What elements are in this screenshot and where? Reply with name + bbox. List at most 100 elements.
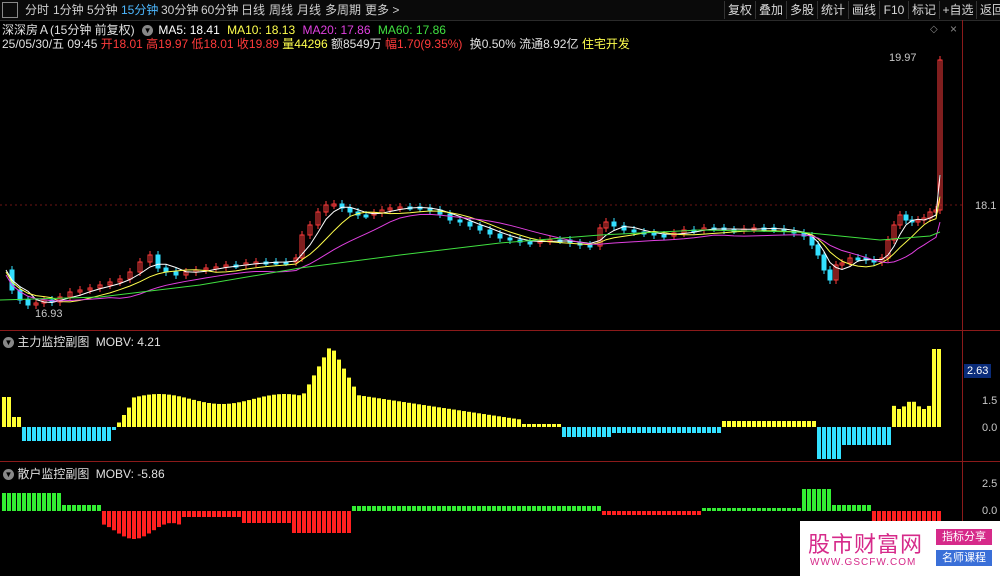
mobv-bar xyxy=(162,394,166,427)
retail-bar xyxy=(602,511,606,515)
retail-bar xyxy=(797,508,801,511)
mobv-bar xyxy=(327,348,331,427)
mobv-bar xyxy=(907,401,911,427)
candle-body xyxy=(477,225,483,231)
retail-bar xyxy=(792,508,796,511)
retail-bar xyxy=(267,511,271,523)
retail-bar xyxy=(127,511,131,539)
retail-bar xyxy=(252,511,256,523)
candle-body xyxy=(173,271,179,276)
retail-bar xyxy=(632,511,636,515)
mobv-bar xyxy=(267,395,271,427)
mobv-bar xyxy=(617,427,621,433)
chevron-down-icon[interactable]: ▼ xyxy=(3,337,14,349)
retail-bar xyxy=(272,511,276,523)
retail-bar xyxy=(97,505,101,511)
retail-bar xyxy=(102,511,106,525)
mobv-bar xyxy=(442,408,446,427)
retail-bar xyxy=(572,506,576,511)
mobv-bar xyxy=(632,427,636,433)
mobv-bar xyxy=(372,397,376,427)
retail-bar xyxy=(622,511,626,515)
mobv-bar xyxy=(242,401,246,427)
retail-bar xyxy=(657,511,661,515)
retail-bar xyxy=(457,506,461,511)
mobv-bar xyxy=(52,427,56,441)
toolbar-button-8[interactable]: 返回 xyxy=(976,1,1000,19)
mobv-bar xyxy=(517,419,521,427)
retail-bar xyxy=(637,511,641,515)
mobv-bar xyxy=(852,427,856,445)
mobv-value: MOBV: 4.21 xyxy=(95,335,161,349)
retail-bar xyxy=(592,506,596,511)
retail-bar xyxy=(537,506,541,511)
retail-bar xyxy=(567,506,571,511)
mobv-bar xyxy=(22,427,26,441)
mobv-bar xyxy=(137,396,141,427)
mobv-bar xyxy=(182,397,186,427)
mobv-bar xyxy=(592,427,596,437)
retail-bar xyxy=(37,493,41,511)
retail-bar xyxy=(587,506,591,511)
mobv-bar xyxy=(677,427,681,433)
candle-body xyxy=(815,244,821,256)
retail-bar xyxy=(392,506,396,511)
mobv-bar xyxy=(687,427,691,433)
mobv-bar xyxy=(587,427,591,437)
chevron-down-icon[interactable]: ▼ xyxy=(3,469,14,481)
retail-bar xyxy=(357,506,361,511)
mobv-bar xyxy=(57,427,61,441)
retail-bar xyxy=(762,508,766,511)
mobv-bar xyxy=(232,403,236,427)
candle-body xyxy=(25,299,31,306)
mobv-bar xyxy=(717,427,721,433)
retail-bar xyxy=(667,511,671,515)
retail-bar xyxy=(437,506,441,511)
retail-bar xyxy=(862,505,866,511)
retail-bar xyxy=(662,511,666,515)
mobv-bar xyxy=(697,427,701,433)
mobv-bar xyxy=(67,427,71,441)
retail-bar xyxy=(337,511,341,533)
retail-bar xyxy=(827,489,831,511)
retail-title[interactable]: 散户监控副图 xyxy=(17,467,89,481)
mobv-bar xyxy=(732,421,736,427)
mobv-bar xyxy=(827,427,831,459)
retail-bar xyxy=(427,506,431,511)
mobv-bar xyxy=(287,394,291,427)
mobv-bar xyxy=(42,427,46,441)
mobv-bar xyxy=(932,349,936,427)
mobv-bar xyxy=(897,408,901,427)
mobv-bar xyxy=(652,427,656,433)
mobv-bar xyxy=(207,402,211,427)
mobv-bar xyxy=(157,394,161,427)
mobv-bar xyxy=(887,427,891,445)
high-marker: 19.97 xyxy=(889,52,917,64)
mobv-bar xyxy=(187,398,191,427)
mobv-bar xyxy=(742,421,746,427)
retail-bar xyxy=(17,493,21,511)
mobv-bar xyxy=(172,395,176,427)
retail-bar xyxy=(497,506,501,511)
retail-bar xyxy=(132,511,136,539)
retail-bar xyxy=(807,489,811,511)
mobv-bar xyxy=(402,402,406,427)
candle-body xyxy=(587,244,593,248)
mobv-bar xyxy=(382,399,386,427)
mobv-bar xyxy=(767,421,771,427)
mobv-bar xyxy=(107,427,111,441)
mobv-title[interactable]: 主力监控副图 xyxy=(17,335,89,349)
mobv-bar xyxy=(12,417,16,427)
retail-bar xyxy=(307,511,311,533)
retail-bar xyxy=(882,511,886,521)
mobv-bar xyxy=(837,427,841,459)
mobv-bar xyxy=(432,406,436,427)
kline-chart[interactable] xyxy=(0,0,962,576)
retail-bar xyxy=(552,506,556,511)
retail-bar xyxy=(832,505,836,511)
mobv-bar xyxy=(642,427,646,433)
retail-bar xyxy=(817,489,821,511)
retail-bar xyxy=(517,506,521,511)
ma5-line xyxy=(5,174,941,304)
retail-bar xyxy=(32,493,36,511)
